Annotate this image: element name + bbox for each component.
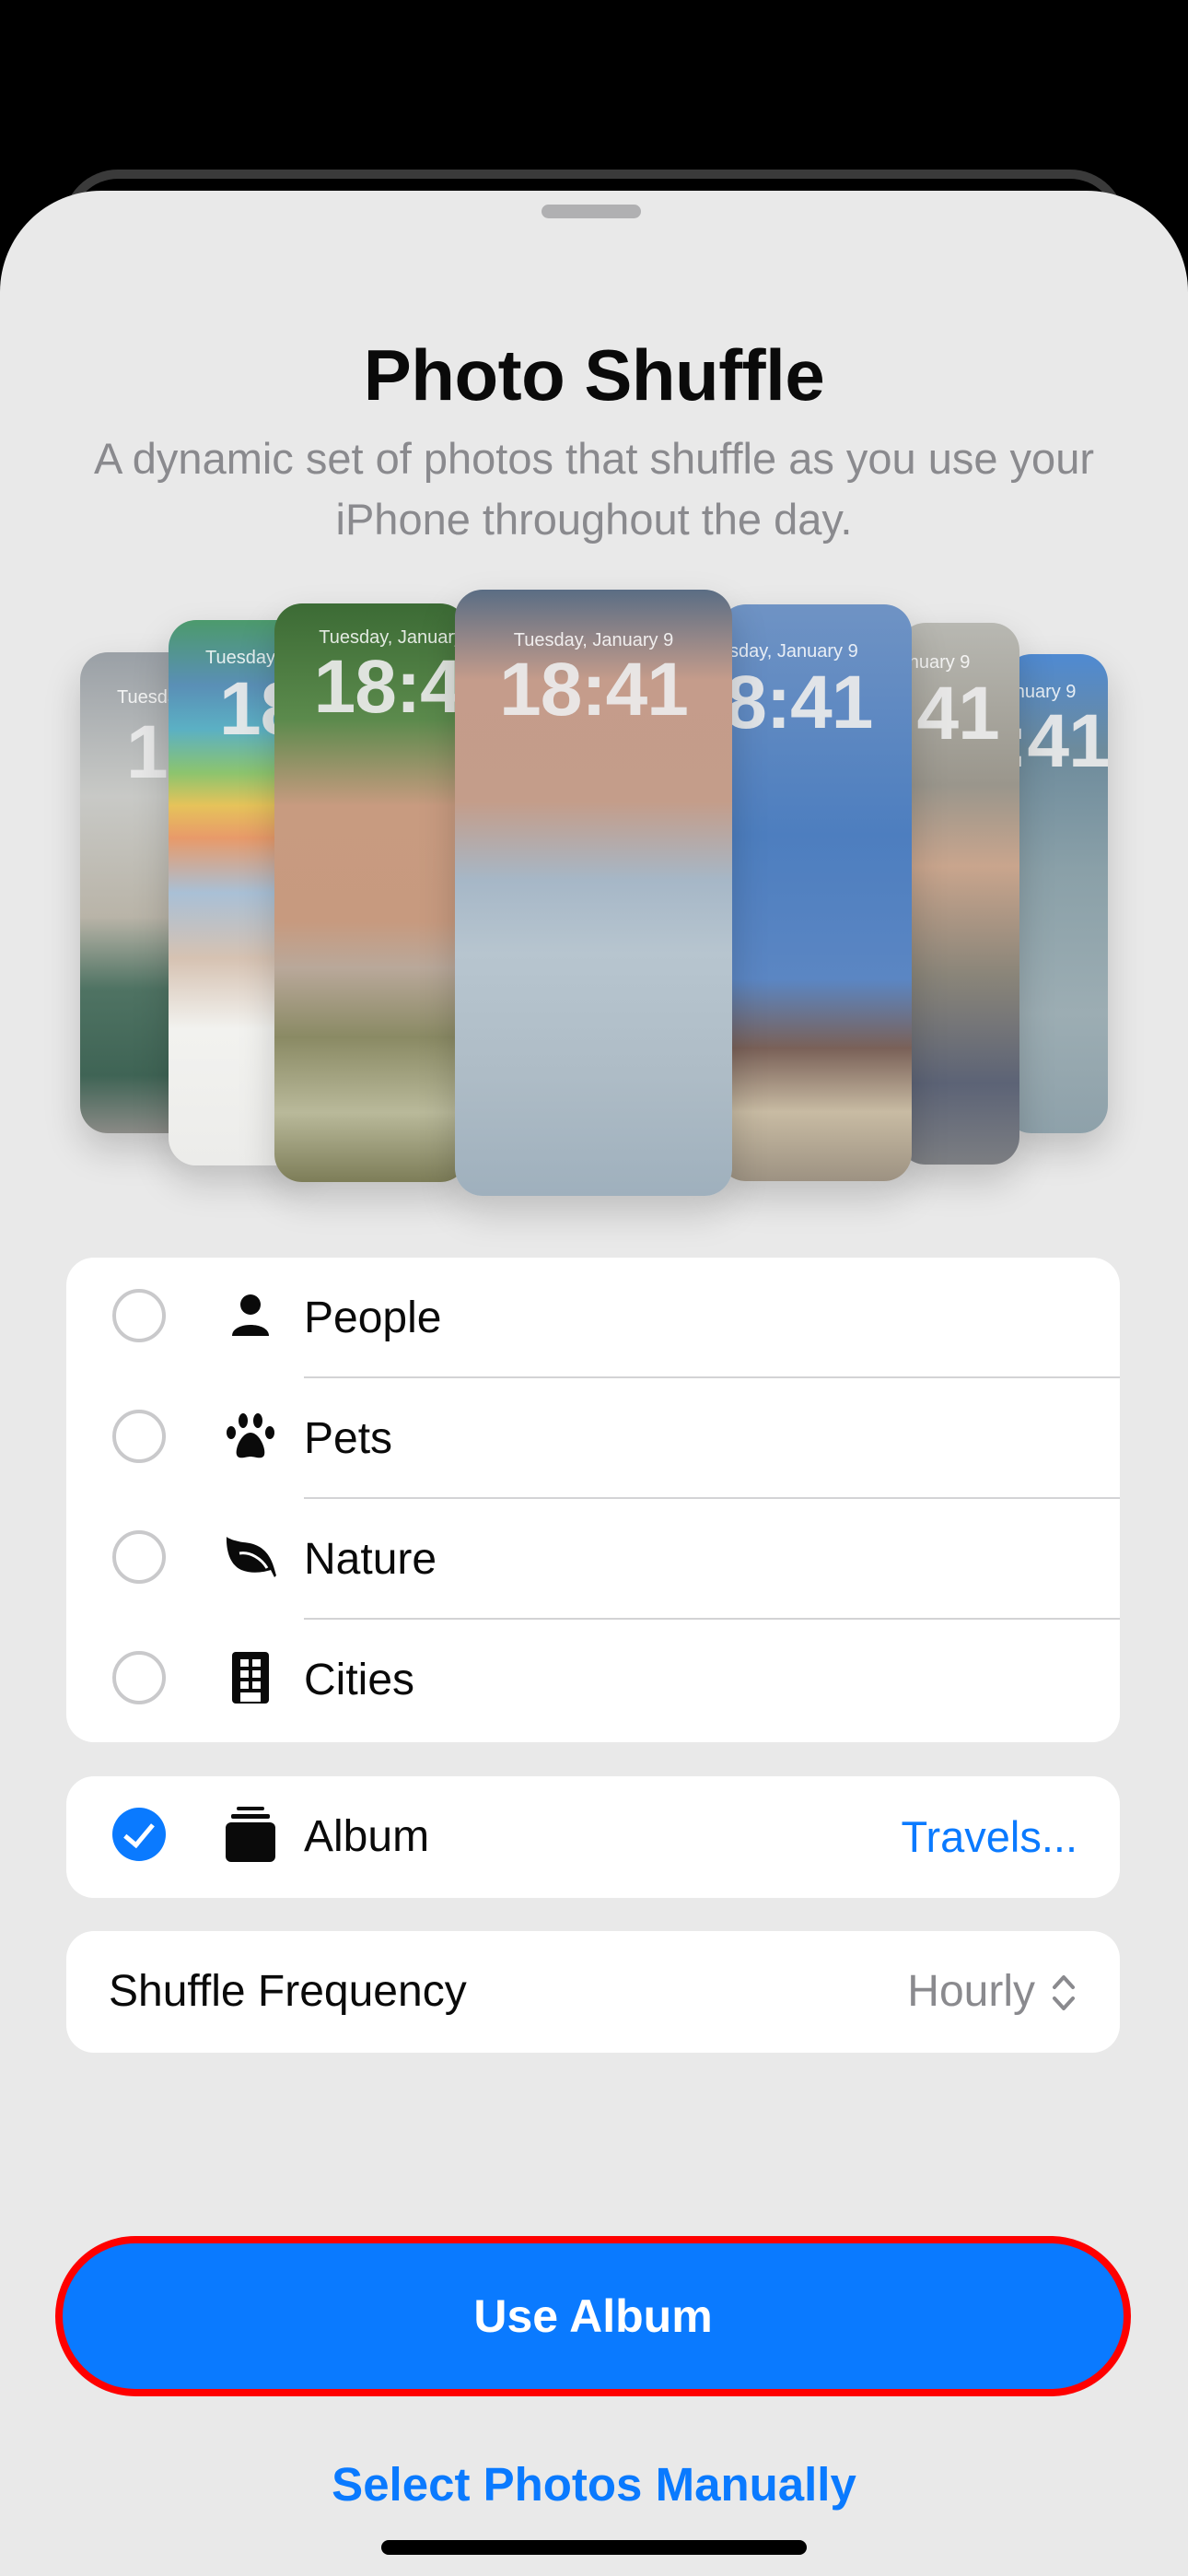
shuffle-frequency-row[interactable]: Shuffle Frequency Hourly xyxy=(66,1931,1120,2053)
radio-button[interactable] xyxy=(112,1651,166,1704)
lockscreen-time: 18:41 xyxy=(499,648,689,732)
lockscreen-time: 18:41 xyxy=(313,645,468,729)
radio-button[interactable] xyxy=(112,1410,166,1463)
radio-button-checked[interactable] xyxy=(112,1808,166,1861)
category-label: Pets xyxy=(304,1414,393,1463)
album-option: Album Travels... xyxy=(66,1776,1120,1898)
album-value-link[interactable]: Travels... xyxy=(901,1776,1077,1897)
use-album-label: Use Album xyxy=(473,2290,713,2342)
category-list: People Pets Nature Cities xyxy=(66,1258,1120,1742)
category-label: Nature xyxy=(304,1535,437,1584)
chevron-up-down-icon[interactable] xyxy=(1050,1972,1077,2014)
building-icon xyxy=(223,1650,278,1705)
album-stack-icon xyxy=(223,1807,278,1862)
category-label: People xyxy=(304,1294,442,1342)
select-photos-manually-link[interactable]: Select Photos Manually xyxy=(0,2457,1188,2512)
album-label: Album xyxy=(304,1812,430,1861)
category-row-pets[interactable]: Pets xyxy=(66,1378,1120,1499)
category-row-people[interactable]: People xyxy=(66,1258,1120,1378)
radio-button[interactable] xyxy=(112,1289,166,1342)
category-label: Cities xyxy=(304,1656,415,1704)
category-row-nature[interactable]: Nature xyxy=(66,1499,1120,1620)
radio-button[interactable] xyxy=(112,1530,166,1584)
category-row-cities[interactable]: Cities xyxy=(66,1620,1120,1740)
person-icon xyxy=(223,1288,278,1343)
paw-icon xyxy=(223,1409,278,1464)
preview-card: Tuesday, January 9 18:41 xyxy=(718,604,912,1181)
frequency-value[interactable]: Hourly xyxy=(907,1931,1035,2053)
use-album-button[interactable]: Use Album xyxy=(55,2236,1131,2396)
album-row[interactable]: Album Travels... xyxy=(66,1776,1120,1898)
preview-carousel: Tuesday, January 9 18:41 Tuesday, Januar… xyxy=(0,191,1188,1296)
leaf-icon xyxy=(223,1529,278,1585)
preview-card: Tuesday, January 9 18:41 xyxy=(898,623,1019,1165)
photo-shuffle-sheet: Photo Shuffle A dynamic set of photos th… xyxy=(0,191,1188,2576)
preview-card-featured: Tuesday, January 9 18:41 xyxy=(455,590,732,1196)
frequency-label: Shuffle Frequency xyxy=(109,1967,467,2016)
preview-card: Tuesday, January 9 18:41 xyxy=(274,603,468,1182)
lockscreen-time: 18:41 xyxy=(718,661,873,744)
home-indicator xyxy=(381,2540,807,2555)
